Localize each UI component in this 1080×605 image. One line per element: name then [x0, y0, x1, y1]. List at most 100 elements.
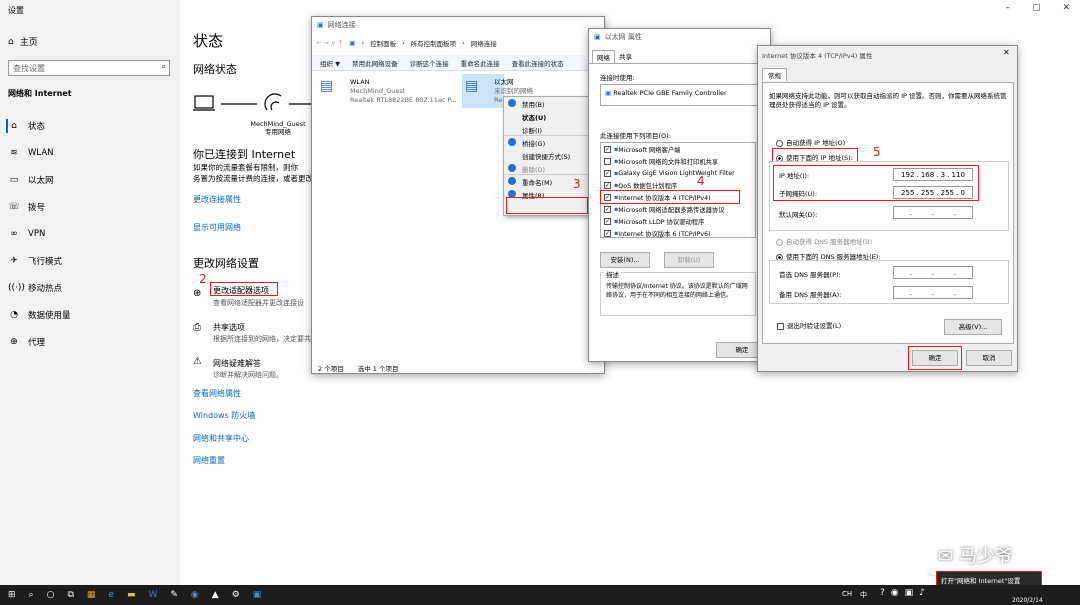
- network-reset-link[interactable]: 网络重置: [193, 455, 225, 466]
- component-item[interactable]: ✓ ▪ Internet 协议版本 6 (TCP/IPv6): [604, 227, 755, 237]
- sidebar-item-label: 移动热点: [28, 284, 63, 294]
- tab-general[interactable]: 常规: [762, 68, 787, 81]
- sidebar-item-7[interactable]: ◔ 数据使用量: [8, 308, 70, 322]
- sidebar-item-label: 代理: [28, 338, 46, 348]
- ip-address-field[interactable]: 192. 168. 3. 110: [893, 168, 973, 181]
- clock-date[interactable]: 2020/2/14: [1012, 597, 1043, 604]
- alternate-dns-field[interactable]: ...: [893, 286, 973, 299]
- shield-icon: [508, 138, 516, 146]
- cortana-icon[interactable]: ○: [47, 590, 55, 600]
- sidebar-item-0[interactable]: ⌂ 状态: [6, 119, 45, 133]
- sidebar-item-1[interactable]: ≋ WLAN: [8, 146, 54, 160]
- address-bar[interactable]: ← → ∨ ↑ ▣ › 控制面板 › 所有控制面板项 › 网络连接: [316, 38, 602, 48]
- netconn-titlebar: ▣ 网络连接: [317, 21, 356, 29]
- tab-network: 网络: [592, 50, 615, 63]
- page-title: 状态: [193, 32, 224, 50]
- sidebar-item-label: 以太网: [28, 176, 54, 186]
- annotation-2: 2: [199, 272, 207, 286]
- component-item[interactable]: ✓ ▪ Galaxy GigE Vision LightWeight Filter: [604, 167, 755, 179]
- network-icon: ▣: [904, 588, 914, 598]
- component-checkbox: ✓: [604, 181, 611, 189]
- sharing-options-link[interactable]: 共享选项: [213, 322, 245, 333]
- firewall-link[interactable]: Windows 防火墙: [193, 410, 255, 421]
- explorer-icon[interactable]: ▬: [127, 590, 136, 600]
- sidebar-item-label: WLAN: [28, 148, 54, 158]
- nav-icon: ◔: [10, 310, 18, 320]
- context-item-5[interactable]: 删除(D): [504, 162, 588, 175]
- adapter-options-link[interactable]: 更改适配器选项: [213, 285, 269, 296]
- component-item[interactable]: ✓ ▪ Microsoft 网络适配器多路传送器协议: [604, 203, 755, 215]
- context-item-0[interactable]: 禁用(B): [504, 97, 588, 110]
- edge-icon[interactable]: e: [108, 590, 114, 600]
- watermark-text: 马少爷: [958, 546, 1013, 567]
- ethprops-tabs[interactable]: 网络 共享: [592, 50, 636, 63]
- home-icon: ⌂: [8, 36, 14, 47]
- annotation-5: 5: [873, 145, 881, 159]
- volume-icon: ♪: [919, 588, 925, 598]
- context-item-4[interactable]: 创建快捷方式(S): [504, 149, 588, 162]
- wechat-icon: ✉: [938, 546, 959, 567]
- context-item-3[interactable]: 桥接(G): [504, 136, 588, 149]
- context-item-2[interactable]: 诊断(I): [504, 123, 588, 136]
- app2-icon[interactable]: ✎: [170, 590, 178, 600]
- sidebar-item-8[interactable]: ⊕ 代理: [8, 335, 45, 349]
- component-item[interactable]: ▪ Microsoft 网络的文件和打印机共享: [604, 155, 755, 167]
- settings-title: 设置: [8, 6, 24, 15]
- sidebar-item-label: VPN: [28, 229, 46, 239]
- subnet-mask-field[interactable]: 255. 255. 255. 0: [893, 186, 973, 199]
- component-item[interactable]: ✓ ▪ Microsoft 网络客户端: [604, 143, 755, 155]
- connected-desc: 如果你的流量套餐有限制，则你: [193, 163, 298, 172]
- ipv4-title: Internet 协议版本 4 (TCP/IPv4) 属性: [762, 52, 873, 60]
- input-method[interactable]: CH: [842, 590, 852, 598]
- sidebar-item-4[interactable]: ∞ VPN: [8, 227, 45, 241]
- validate-checkbox[interactable]: 退出时验证设置(L): [777, 320, 841, 330]
- task-view-icon[interactable]: ⧉: [67, 590, 73, 600]
- system-tray[interactable]: ? ◉ ▣ ♪: [880, 588, 925, 598]
- nav-icon: ∞: [10, 229, 18, 239]
- component-checkbox: ✓: [604, 169, 611, 177]
- close-icon[interactable]: ✕: [1003, 48, 1010, 57]
- netconn-toolbar[interactable]: 组织 ▼ 禁用此网络设备 诊断这个连接 重命名此连接 查看此连接的状态: [312, 55, 604, 71]
- context-item-1[interactable]: 状态(U): [504, 110, 588, 123]
- wlan-adapter[interactable]: WLAN MechMind_Guest Realtek RTL8822BE 80…: [350, 78, 457, 105]
- gateway-field[interactable]: ...: [893, 206, 973, 219]
- preferred-dns-field[interactable]: ...: [893, 266, 973, 279]
- adapter-icon: ⊕: [193, 288, 202, 299]
- show-networks-link[interactable]: 显示可用网络: [193, 222, 241, 233]
- component-item[interactable]: ✓ ▪ Microsoft LLDP 协议驱动程序: [604, 215, 755, 227]
- netconn-statusbar: 2 个项目 选中 1 个项目: [318, 365, 399, 373]
- sidebar-item-2[interactable]: ▭ 以太网: [8, 173, 54, 187]
- uninstall-button[interactable]: 卸载(U): [664, 252, 714, 268]
- auto-ip-radio[interactable]: 自动获得 IP 地址(O): [776, 137, 845, 147]
- nav-home[interactable]: ⌂ 主页: [8, 35, 38, 49]
- change-connection-props-link[interactable]: 更改连接属性: [193, 194, 241, 205]
- window-controls[interactable]: – ▢ ✕: [1005, 3, 1070, 13]
- network-props-link[interactable]: 查看网络属性: [193, 388, 241, 399]
- sidebar-item-5[interactable]: ✈ 飞行模式: [8, 254, 62, 268]
- install-button[interactable]: 安装(N)...: [600, 252, 650, 268]
- sidebar-item-3[interactable]: ☏ 拨号: [8, 200, 45, 214]
- auto-dns-radio[interactable]: 自动获得 DNS 服务器地址(B): [776, 236, 872, 246]
- annotation-box-properties: [506, 197, 588, 214]
- nav-icon: ▭: [9, 175, 19, 185]
- sharing-center-link[interactable]: 网络和共享中心: [193, 433, 249, 444]
- sidebar-item-6[interactable]: ((·)) 移动热点: [8, 281, 62, 295]
- search-icon[interactable]: ⌕: [29, 590, 34, 600]
- ipv4-cancel-button[interactable]: 取消: [966, 350, 1012, 366]
- section-title: 网络和 Internet: [8, 89, 72, 98]
- app-icon[interactable]: ▦: [87, 590, 96, 600]
- word-icon[interactable]: W: [148, 590, 157, 600]
- ime-indicator[interactable]: 中: [860, 590, 867, 600]
- component-checkbox: ✓: [604, 205, 611, 213]
- start-icon[interactable]: ⊞: [8, 590, 16, 600]
- search-input[interactable]: 查找设置 ⌕: [8, 60, 170, 76]
- photos-icon[interactable]: ▲: [212, 590, 219, 600]
- component-checkbox: ✓: [604, 217, 611, 225]
- nav-icon: ✈: [10, 256, 18, 266]
- app4-icon[interactable]: ▣: [253, 590, 262, 600]
- settings-icon[interactable]: ⚙: [232, 590, 240, 600]
- app3-icon[interactable]: ◉: [191, 590, 199, 600]
- troubleshoot-link[interactable]: 网络疑难解答: [213, 358, 261, 369]
- advanced-button[interactable]: 高级(V)...: [944, 319, 1002, 335]
- shield-icon: [508, 177, 516, 185]
